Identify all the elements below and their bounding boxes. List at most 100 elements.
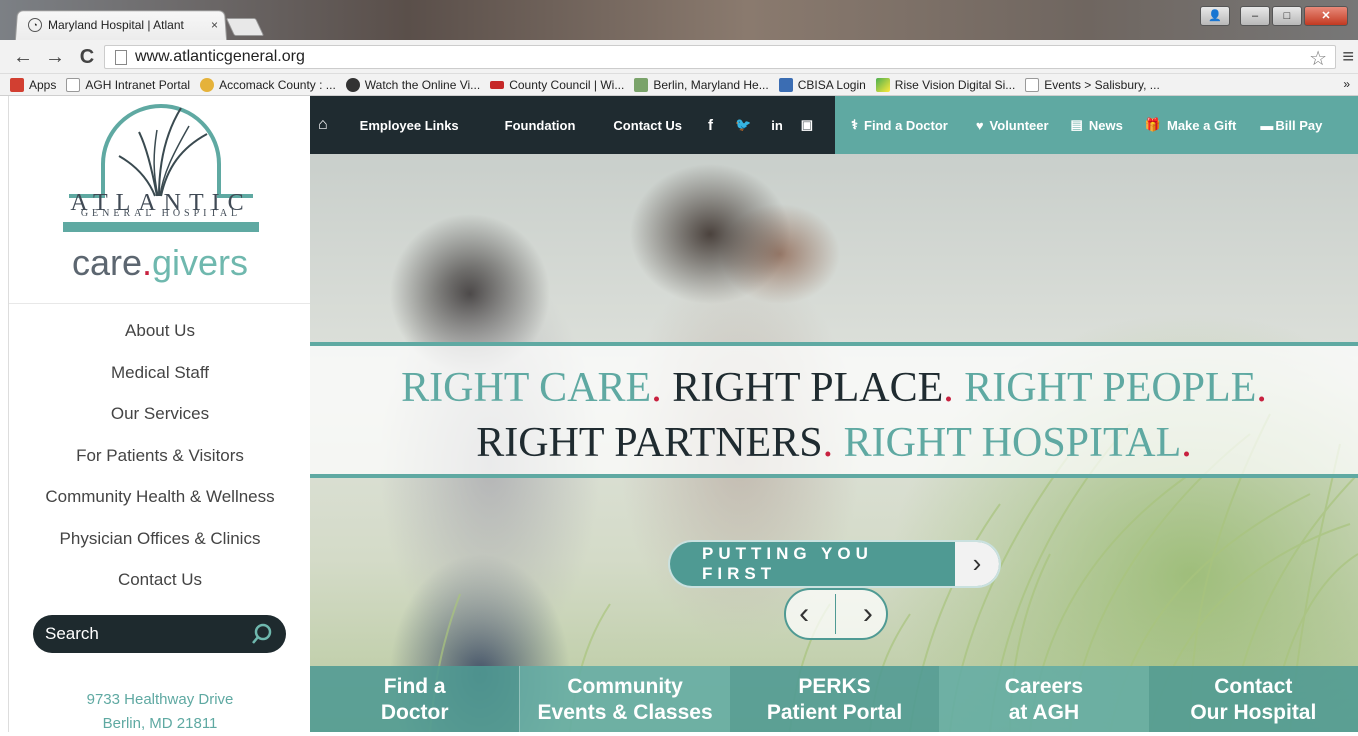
- hospital-address: 9733 Healthway Drive Berlin, MD 21811: [9, 688, 311, 736]
- bookmark-agh-intranet[interactable]: AGH Intranet Portal: [66, 77, 190, 92]
- top-nav-teal: ⚕ Find a Doctor ♥ Volunteer ▤ News 🎁 Mak…: [835, 96, 1358, 154]
- bookmark-apps[interactable]: Apps: [10, 77, 57, 92]
- stethoscope-icon: ⚕: [851, 117, 859, 132]
- close-window-button[interactable]: ✕: [1304, 6, 1348, 26]
- tagline-givers: givers: [152, 242, 249, 283]
- newspaper-icon: ▤: [1070, 117, 1083, 132]
- search-icon[interactable]: [250, 622, 274, 646]
- slider-prev-button[interactable]: ‹: [799, 597, 809, 631]
- tab-favicon-icon: ◔: [28, 18, 42, 32]
- bookmark-label: Watch the Online Vi...: [364, 77, 481, 92]
- nav-volunteer[interactable]: Volunteer: [990, 118, 1049, 133]
- slogan-dot: .: [943, 365, 954, 411]
- browser-tab-content[interactable]: ◔ Maryland Hospital | Atlant ×: [28, 15, 218, 35]
- tagline-dot: .: [141, 242, 152, 283]
- nav-make-a-gift[interactable]: Make a Gift: [1167, 118, 1236, 133]
- sidebar-item-our-services[interactable]: Our Services: [9, 393, 311, 435]
- facebook-icon[interactable]: f: [708, 117, 713, 134]
- tile-line2: Patient Portal: [766, 701, 903, 724]
- bookmark-watch-online[interactable]: Watch the Online Vi...: [345, 77, 481, 92]
- minimize-button[interactable]: –: [1240, 6, 1270, 26]
- slogan-dot: .: [1256, 365, 1267, 411]
- hero-banner: RIGHT CARE. RIGHT PLACE. RIGHT PEOPLE. R…: [310, 154, 1358, 732]
- berlin-logo-icon: [634, 77, 649, 92]
- slogan-band: RIGHT CARE. RIGHT PLACE. RIGHT PEOPLE. R…: [310, 342, 1358, 478]
- tile-line2: Events & Classes: [537, 701, 713, 724]
- tile-line1: Find a: [383, 675, 446, 698]
- bookmark-berlin[interactable]: Berlin, Maryland He...: [634, 77, 769, 92]
- sidebar-item-about-us[interactable]: About Us: [9, 310, 311, 352]
- gift-icon: 🎁: [1144, 117, 1161, 132]
- tagline: care.givers: [49, 242, 271, 284]
- slogan-dot: .: [651, 365, 662, 411]
- url-text: www.atlanticgeneral.org: [135, 48, 305, 65]
- putting-you-first-button[interactable]: PUTTING YOU FIRST ›: [668, 540, 1001, 588]
- tab-close-icon[interactable]: ×: [211, 18, 218, 32]
- nav-bill-pay[interactable]: Bill Pay: [1275, 118, 1322, 133]
- nav-contact-us[interactable]: Contact Us: [613, 118, 682, 133]
- sidebar: ATLANTIC GENERAL HOSPITAL care.givers Ab…: [8, 96, 311, 732]
- tile-careers[interactable]: Careers at AGH: [939, 666, 1149, 732]
- sidebar-item-physician-offices[interactable]: Physician Offices & Clinics: [9, 518, 311, 560]
- maximize-button[interactable]: □: [1272, 6, 1302, 26]
- bookmark-star-icon[interactable]: ☆: [1309, 46, 1327, 71]
- sidebar-item-community-health[interactable]: Community Health & Wellness: [9, 476, 311, 518]
- nav-find-a-doctor[interactable]: Find a Doctor: [864, 118, 948, 133]
- browser-menu-icon[interactable]: ≡: [1342, 46, 1354, 69]
- linkedin-icon[interactable]: in: [771, 118, 783, 133]
- slogan-right-hospital: RIGHT HOSPITAL: [833, 420, 1182, 466]
- credit-card-icon: ▬: [1260, 117, 1274, 133]
- forward-button[interactable]: →: [44, 46, 66, 68]
- slider-next-button[interactable]: ›: [863, 597, 873, 631]
- youtube-icon[interactable]: ▣: [801, 117, 813, 133]
- tile-find-a-doctor[interactable]: Find a Doctor: [310, 666, 520, 732]
- slogan-right-people: RIGHT PEOPLE: [953, 365, 1257, 411]
- cbisa-logo-icon: [778, 77, 793, 92]
- tagline-care: care: [71, 242, 142, 283]
- page-icon: [1025, 77, 1040, 92]
- tile-perks-portal[interactable]: PERKS Patient Portal: [729, 666, 940, 732]
- bookmarks-overflow-button[interactable]: »: [1343, 77, 1350, 91]
- rise-vision-icon: [875, 77, 890, 92]
- sidebar-item-medical-staff[interactable]: Medical Staff: [9, 352, 311, 394]
- home-icon[interactable]: ⌂: [318, 116, 328, 134]
- bookmark-label: Apps: [29, 77, 57, 92]
- apps-grid-icon: [10, 77, 24, 92]
- website: ATLANTIC GENERAL HOSPITAL care.givers Ab…: [8, 96, 1358, 732]
- url-bar[interactable]: www.atlanticgeneral.org ☆: [104, 45, 1336, 71]
- twitter-icon[interactable]: 🐦: [735, 117, 751, 133]
- tab-title: Maryland Hospital | Atlant: [48, 18, 184, 32]
- tile-line1: PERKS: [798, 675, 871, 698]
- browser-titlebar: ◔ Maryland Hospital | Atlant × 👤 – □ ✕: [0, 0, 1358, 41]
- bookmark-rise-vision[interactable]: Rise Vision Digital Si...: [875, 77, 1015, 92]
- new-tab-button[interactable]: [225, 18, 265, 36]
- search-box: [33, 615, 286, 653]
- page-icon: [115, 49, 127, 65]
- bookmark-events-salisbury[interactable]: Events > Salisbury, ...: [1025, 77, 1160, 92]
- tile-community-events[interactable]: Community Events & Classes: [519, 666, 730, 732]
- reload-button[interactable]: C: [76, 46, 98, 68]
- bookmarks-bar: Apps AGH Intranet Portal Accomack County…: [0, 74, 1358, 96]
- tile-line1: Careers: [1004, 675, 1084, 698]
- back-button[interactable]: ←: [12, 46, 34, 68]
- slogan-dot: .: [1181, 420, 1192, 466]
- quick-link-tiles: Find a Doctor Community Events & Classes P…: [310, 666, 1358, 732]
- user-profile-button[interactable]: 👤: [1200, 6, 1230, 26]
- bookmark-label: County Council | Wi...: [509, 77, 625, 92]
- bookmark-county-council[interactable]: County Council | Wi...: [490, 78, 624, 92]
- nav-foundation[interactable]: Foundation: [505, 118, 576, 133]
- bookmark-cbisa[interactable]: CBISA Login: [778, 77, 866, 92]
- sidebar-item-patients-visitors[interactable]: For Patients & Visitors: [9, 435, 311, 477]
- tile-line2: Our Hospital: [1190, 701, 1317, 724]
- sidebar-nav: About Us Medical Staff Our Services For …: [9, 310, 311, 601]
- search-input[interactable]: [45, 624, 235, 644]
- nav-employee-links[interactable]: Employee Links: [360, 118, 459, 133]
- heart-icon: ♥: [975, 117, 984, 133]
- sidebar-item-contact-us[interactable]: Contact Us: [9, 559, 311, 601]
- bookmark-label: Events > Salisbury, ...: [1044, 77, 1160, 92]
- tile-contact-hospital[interactable]: Contact Our Hospital: [1148, 666, 1358, 732]
- nav-news[interactable]: News: [1089, 118, 1123, 133]
- tile-line2: at AGH: [1008, 701, 1080, 724]
- bookmark-accomack[interactable]: Accomack County : ...: [200, 77, 336, 92]
- main-content: RIGHT CARE. RIGHT PLACE. RIGHT PEOPLE. R…: [310, 96, 1358, 732]
